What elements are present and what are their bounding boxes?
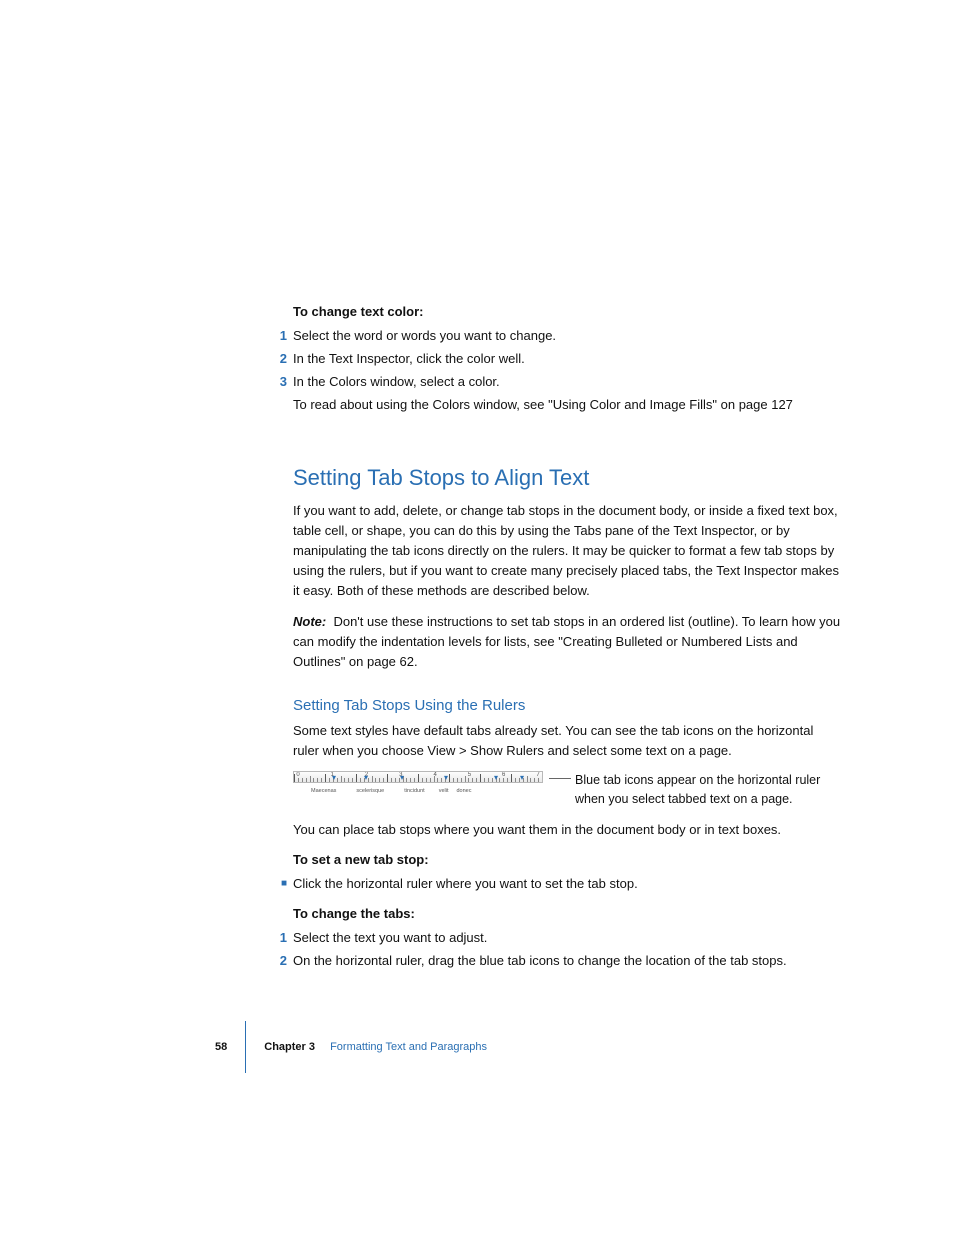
step-text: In the Colors window, select a color. To…	[293, 372, 841, 414]
step-text-inner: In the Colors window, select a color.	[293, 374, 500, 389]
subsection-title: Setting Tab Stops Using the Rulers	[293, 694, 841, 717]
footer-chapter-title: Formatting Text and Paragraphs	[330, 1041, 487, 1053]
subsection-paragraph: Some text styles have default tabs alrea…	[293, 721, 841, 761]
section-title: Setting Tab Stops to Align Text	[293, 461, 841, 495]
step-text: In the Text Inspector, click the color w…	[293, 349, 841, 369]
note-label: Note:	[293, 614, 326, 629]
step-number: 1	[275, 326, 293, 346]
step-text: On the horizontal ruler, drag the blue t…	[293, 951, 841, 971]
step-number: 1	[275, 928, 293, 948]
page-number: 58	[215, 1021, 227, 1073]
bullet-icon: ■	[275, 874, 293, 894]
ruler-icon: 01234567▾▾▾▾▾▾	[293, 771, 543, 783]
ruler-callout: Blue tab icons appear on the horizontal …	[575, 771, 841, 807]
ruler-graphic: 01234567▾▾▾▾▾▾ Maecenasscelerisquetincid…	[293, 771, 543, 796]
footer-divider	[245, 1021, 246, 1073]
ruler-sample-text: Maecenasscelerisquetinciduntvelitdonec	[293, 787, 543, 796]
footer-chapter: Chapter 3	[264, 1041, 315, 1053]
bullet-text: Click the horizontal ruler where you wan…	[293, 874, 841, 894]
step-3: 3 In the Colors window, select a color. …	[293, 372, 841, 414]
step-1: 1 Select the word or words you want to c…	[293, 326, 841, 346]
intro-heading: To change text color:	[293, 302, 841, 322]
set-new-heading: To set a new tab stop:	[293, 850, 841, 870]
footer-chapter-block: Chapter 3 Formatting Text and Paragraphs	[264, 1021, 487, 1073]
content-column: To change text color: 1 Select the word …	[293, 302, 841, 975]
step-2: 2 In the Text Inspector, click the color…	[293, 349, 841, 369]
step-followup: To read about using the Colors window, s…	[293, 395, 841, 415]
section-note: Note: Don't use these instructions to se…	[293, 612, 841, 672]
ruler-figure: 01234567▾▾▾▾▾▾ Maecenasscelerisquetincid…	[293, 771, 841, 807]
page: To change text color: 1 Select the word …	[0, 0, 954, 1235]
step-text: Select the word or words you want to cha…	[293, 326, 841, 346]
page-footer: 58 Chapter 3 Formatting Text and Paragra…	[215, 1021, 487, 1073]
step-number: 2	[275, 951, 293, 971]
step-number: 2	[275, 349, 293, 369]
change-tabs-heading: To change the tabs:	[293, 904, 841, 924]
change-step-1: 1 Select the text you want to adjust.	[293, 928, 841, 948]
note-text: Don't use these instructions to set tab …	[293, 614, 840, 669]
after-figure-text: You can place tab stops where you want t…	[293, 820, 841, 840]
bullet-step: ■ Click the horizontal ruler where you w…	[293, 874, 841, 894]
change-step-2: 2 On the horizontal ruler, drag the blue…	[293, 951, 841, 971]
step-text: Select the text you want to adjust.	[293, 928, 841, 948]
step-number: 3	[275, 372, 293, 414]
section-paragraph: If you want to add, delete, or change ta…	[293, 501, 841, 602]
callout-leader	[549, 778, 571, 779]
